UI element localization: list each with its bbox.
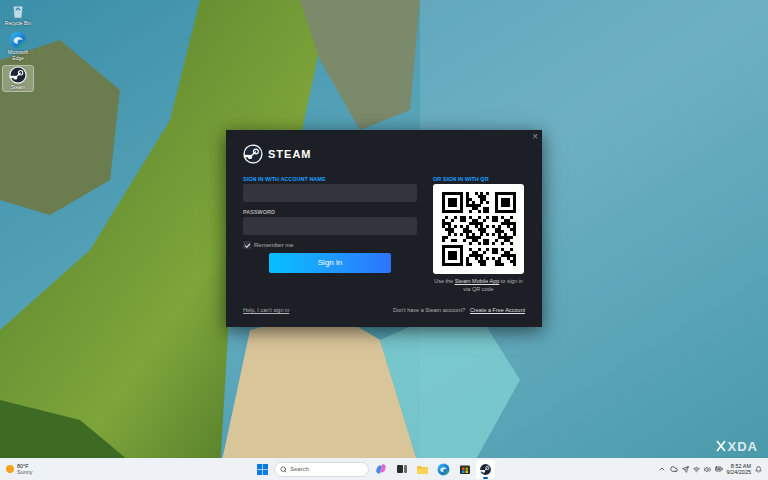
help-link[interactable]: Help, I can't sign in (243, 306, 289, 314)
clock-time: 8:52 AM (731, 463, 751, 469)
qr-code-icon[interactable] (442, 192, 516, 266)
notification-icon[interactable] (755, 466, 762, 473)
steam-login-dialog: × STEAM SIGN IN WITH ACCOUNT NAME PASSWORD R… (226, 130, 542, 327)
weather-temp: 80°F (17, 463, 33, 469)
desktop-icon-label: Microsoft Edge (4, 49, 32, 61)
system-tray: 8:52 AM9/24/2025 (632, 463, 762, 475)
desktop: Recycle Bin Microsoft Edge Steam × STEAM SIGN… (0, 0, 768, 458)
active-indicator (483, 477, 488, 479)
xda-logo-icon (716, 440, 726, 452)
search-placeholder: Search (290, 465, 309, 473)
taskbar-app[interactable] (434, 460, 453, 479)
qr-title: OR SIGN IN WITH QR (433, 175, 524, 183)
qr-column: OR SIGN IN WITH QR Use the Steam Mobile A… (433, 175, 524, 293)
taskbar: 80°FSunny Search 8:52 AM9/24/2025 (0, 458, 768, 480)
search-icon (280, 466, 287, 473)
desktop-icon[interactable]: Microsoft Edge (3, 31, 33, 62)
desktop-icon[interactable]: Recycle Bin (3, 2, 33, 27)
volume-icon[interactable] (704, 466, 711, 473)
taskbar-center: Search (253, 460, 495, 479)
steam-logo: STEAM (243, 143, 525, 165)
account-label: SIGN IN WITH ACCOUNT NAME (243, 175, 417, 183)
weather-text: 80°FSunny (17, 463, 33, 475)
desktop-icon-label: Recycle Bin (5, 20, 31, 26)
password-input[interactable] (243, 217, 417, 235)
account-input[interactable] (243, 184, 417, 202)
windows-logo-icon (257, 464, 268, 475)
chevron-up-icon[interactable] (658, 465, 666, 473)
no-account-text: Don't have a Steam account? (393, 306, 465, 314)
steam-logo-icon (243, 144, 263, 164)
create-account-link[interactable]: Create a Free Account (470, 306, 525, 314)
send-icon[interactable] (682, 466, 689, 473)
taskbar-app[interactable] (455, 460, 474, 479)
desktop-icon[interactable]: Steam (3, 66, 33, 91)
desktop-icons: Recycle Bin Microsoft Edge Steam (3, 2, 33, 91)
account-column: SIGN IN WITH ACCOUNT NAME PASSWORD Remembe… (243, 175, 417, 293)
steam-taskbar-icon (479, 463, 492, 476)
watermark-text: XDA (728, 437, 758, 457)
sign-in-button[interactable]: Sign in (269, 253, 391, 273)
sun-icon (6, 465, 14, 473)
clock[interactable]: 8:52 AM9/24/2025 (727, 463, 751, 475)
dialog-body: SIGN IN WITH ACCOUNT NAME PASSWORD Remembe… (243, 175, 525, 293)
close-button[interactable]: × (532, 131, 538, 143)
clock-date: 9/24/2025 (727, 469, 751, 475)
wifi-icon[interactable] (693, 466, 700, 473)
edge-icon (9, 31, 27, 49)
steam-mobile-app-link[interactable]: Steam Mobile App (455, 278, 500, 284)
taskbar-app[interactable] (413, 460, 432, 479)
search-box[interactable]: Search (274, 462, 369, 477)
password-label: PASSWORD (243, 208, 417, 216)
qr-box[interactable] (433, 184, 524, 274)
battery-icon[interactable] (715, 465, 723, 473)
remember-label: Remember me (254, 241, 294, 249)
create-account-row: Don't have a Steam account? Create a Free… (393, 306, 525, 314)
watermark: XDA (716, 437, 758, 457)
task-view-icon (396, 463, 408, 475)
edge-icon (437, 463, 450, 476)
recycle-bin-icon (9, 2, 27, 20)
folder-icon (416, 463, 429, 476)
desktop-icon-label: Steam (11, 84, 25, 90)
steam-wordmark: STEAM (268, 146, 312, 163)
weather-widget[interactable]: 80°FSunny (6, 463, 116, 475)
store-icon (459, 463, 471, 475)
check-icon (244, 242, 251, 249)
remember-me[interactable]: Remember me (243, 241, 417, 249)
weather-condition: Sunny (17, 469, 33, 475)
desktop-screen: Recycle Bin Microsoft Edge Steam × STEAM SIGN… (0, 0, 768, 480)
start-button[interactable] (253, 460, 272, 479)
taskbar-app[interactable] (476, 460, 495, 479)
copilot-icon (374, 462, 388, 476)
qr-hint: Use the Steam Mobile App to sign in via … (433, 277, 524, 293)
taskbar-app[interactable] (371, 460, 390, 479)
taskbar-app[interactable] (392, 460, 411, 479)
remember-checkbox[interactable] (243, 241, 251, 249)
steam-desktop-icon (9, 66, 27, 84)
dialog-footer: Help, I can't sign in Don't have a Steam … (243, 306, 525, 314)
cloud-icon[interactable] (670, 465, 678, 473)
